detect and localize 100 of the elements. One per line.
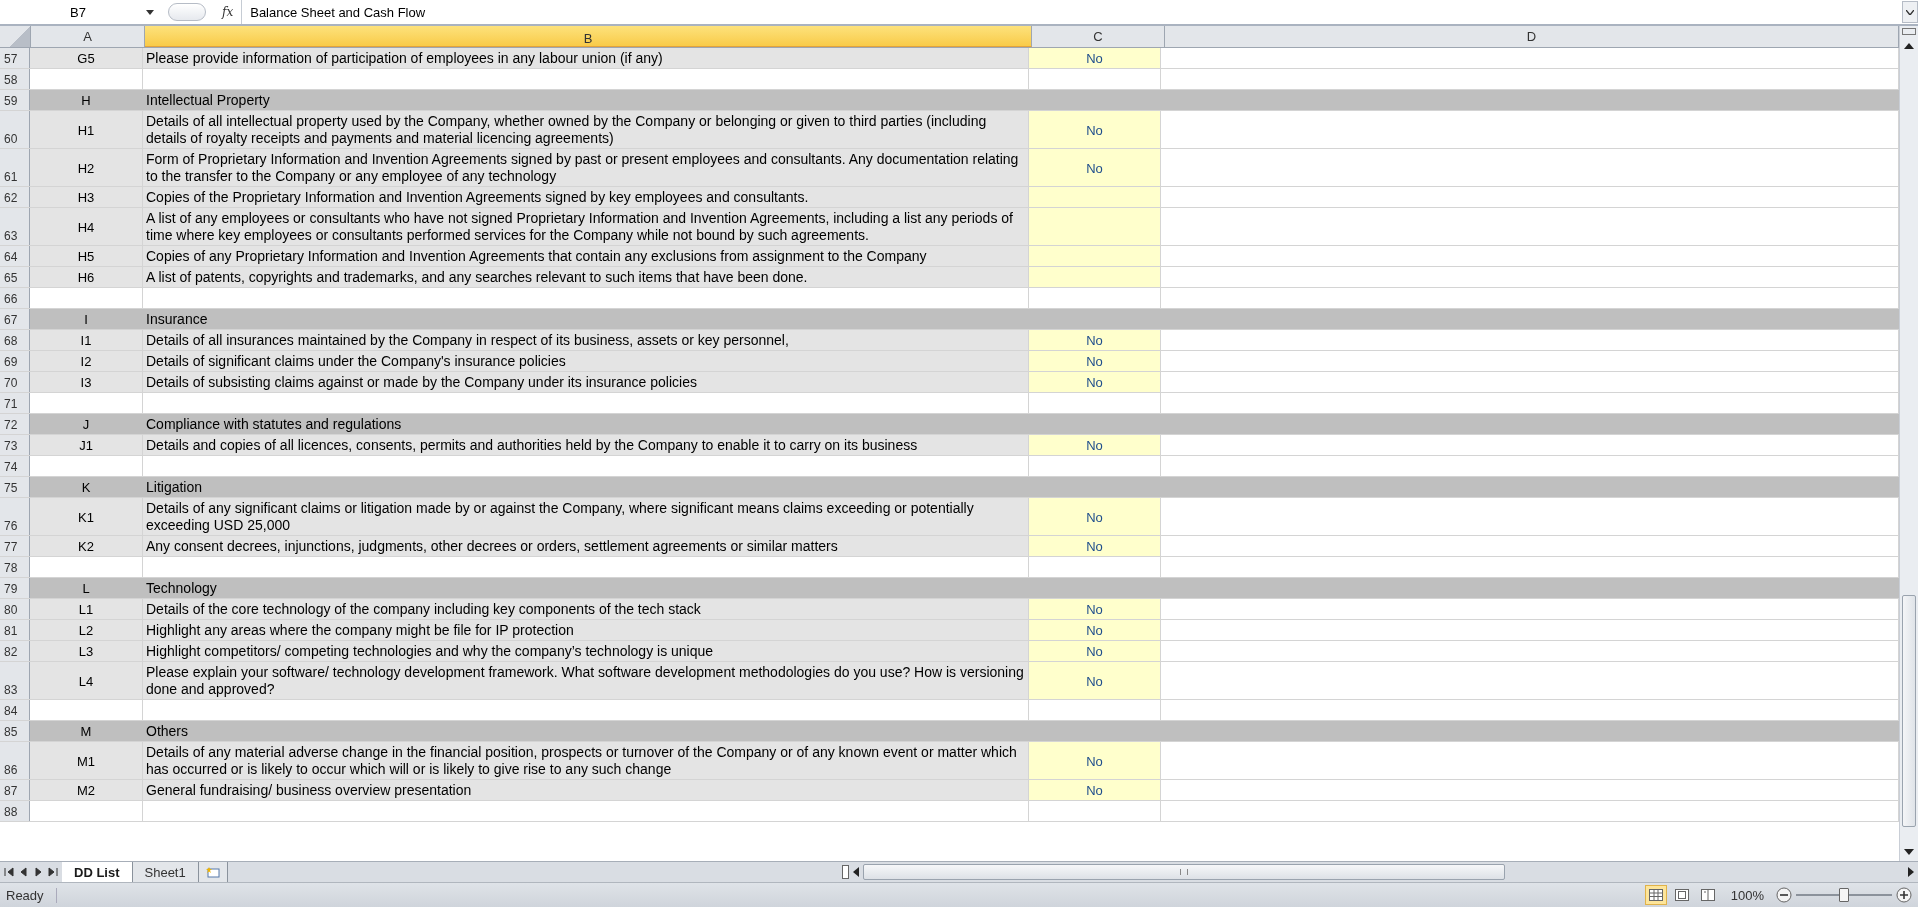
row-header[interactable]: 69 — [0, 351, 30, 371]
next-sheet-icon[interactable] — [33, 867, 44, 877]
row-header[interactable]: 60 — [0, 111, 30, 148]
last-sheet-icon[interactable] — [47, 867, 58, 877]
scroll-thumb[interactable] — [1902, 595, 1916, 827]
split-handle[interactable] — [1902, 28, 1916, 35]
resize-handle[interactable] — [168, 3, 206, 21]
table-cell: Insurance — [143, 309, 1029, 329]
row-header[interactable]: 85 — [0, 721, 30, 741]
table-cell: Litigation — [143, 477, 1029, 497]
row-header[interactable]: 66 — [0, 288, 30, 308]
table-cell: Details of any significant claims or litigation made by or against the Company, where significant means claims exceeding or potentially exceeding USD 25,000 — [143, 498, 1029, 535]
table-cell: M2 — [30, 780, 143, 800]
table-cell: Copies of the Proprietary Information and Invention Agreements signed by key employees and consultants. — [143, 187, 1029, 207]
row-header[interactable]: 83 — [0, 662, 30, 699]
table-cell: Details of all intellectual property used by the Company, whether owned by the Company or belonging or given to third parties (including details of royalty receipts and payments and material licencing agreements) — [143, 111, 1029, 148]
dropdown-icon[interactable] — [146, 9, 154, 15]
row-header[interactable]: 86 — [0, 742, 30, 779]
row-header[interactable]: 75 — [0, 477, 30, 497]
row-header[interactable]: 68 — [0, 330, 30, 350]
row-header[interactable]: 59 — [0, 90, 30, 110]
row-header[interactable]: 65 — [0, 267, 30, 287]
table-cell: No — [1029, 536, 1161, 556]
row-header[interactable]: 72 — [0, 414, 30, 434]
row-header[interactable]: 81 — [0, 620, 30, 640]
first-sheet-icon[interactable] — [4, 867, 15, 877]
table-cell: M — [30, 721, 143, 741]
row-header[interactable]: 76 — [0, 498, 30, 535]
column-header[interactable]: C — [1032, 26, 1165, 47]
row-header[interactable]: 57 — [0, 48, 30, 68]
row-header[interactable]: 63 — [0, 208, 30, 245]
row-header[interactable]: 58 — [0, 69, 30, 89]
table-cell: M1 — [30, 742, 143, 779]
normal-view-button[interactable] — [1644, 885, 1667, 905]
table-cell: No — [1029, 662, 1161, 699]
table-cell: I3 — [30, 372, 143, 392]
previous-sheet-icon[interactable] — [18, 867, 29, 877]
table-cell: G5 — [30, 48, 143, 68]
table-cell: A list of any employees or consultants who have not signed Proprietary Information and Invention Agreements, including a list any periods of time where key employees or consultants performed services for the Company while not bound by such agreements. — [143, 208, 1029, 245]
zoom-in-button[interactable] — [1896, 887, 1912, 903]
zoom-out-button[interactable] — [1776, 887, 1792, 903]
row-header[interactable]: 62 — [0, 187, 30, 207]
table-cell: Details of significant claims under the Company's insurance policies — [143, 351, 1029, 371]
row-header[interactable]: 64 — [0, 246, 30, 266]
row-header[interactable]: 78 — [0, 557, 30, 577]
table-cell: No — [1029, 372, 1161, 392]
table-cell: No — [1029, 641, 1161, 661]
table-cell: H2 — [30, 149, 143, 186]
table-cell: L1 — [30, 599, 143, 619]
table-cell: Highlight competitors/ competing technologies and why the company’s technology is unique — [143, 641, 1029, 661]
table-cell: J1 — [30, 435, 143, 455]
table-cell: Details of any material adverse change in the financial position, prospects or turnover of the Company or of any known event or matter which has occurred or is likely to occur which will or is likely to give rise to any such change — [143, 742, 1029, 779]
table-cell: No — [1029, 780, 1161, 800]
scroll-down-icon[interactable] — [1904, 849, 1914, 855]
row-header[interactable]: 79 — [0, 578, 30, 598]
row-header[interactable]: 71 — [0, 393, 30, 413]
row-header[interactable]: 87 — [0, 780, 30, 800]
table-cell: H4 — [30, 208, 143, 245]
zoom-level[interactable]: 100% — [1722, 887, 1772, 903]
table-cell: No — [1029, 498, 1161, 535]
row-header[interactable]: 73 — [0, 435, 30, 455]
table-cell: Intellectual Property — [143, 90, 1029, 110]
sheet-tab[interactable]: Sheet1 — [132, 862, 199, 882]
table-cell: L3 — [30, 641, 143, 661]
scroll-left-icon[interactable] — [852, 867, 859, 877]
table-cell: I — [30, 309, 143, 329]
row-header[interactable]: 84 — [0, 700, 30, 720]
row-header[interactable]: 67 — [0, 309, 30, 329]
column-header[interactable]: B — [145, 26, 1032, 47]
table-cell: Details and copies of all licences, consents, permits and authorities held by the Company to enable it to carry on its business — [143, 435, 1029, 455]
expand-button[interactable] — [1902, 1, 1918, 23]
vertical-scrollbar[interactable] — [1899, 26, 1918, 861]
table-cell: H1 — [30, 111, 143, 148]
scroll-right-icon[interactable] — [1908, 867, 1914, 877]
insert-sheet-button[interactable] — [198, 862, 228, 882]
table-cell: Details of subsisting claims against or made by the Company under its insurance policies — [143, 372, 1029, 392]
insert-function-button[interactable]: fx — [214, 5, 242, 19]
zoom-slider-thumb[interactable] — [1839, 888, 1849, 902]
row-header[interactable]: 88 — [0, 801, 30, 821]
table-cell: No — [1029, 111, 1161, 148]
tab-split-handle[interactable] — [841, 865, 849, 879]
table-cell: Any consent decrees, injunctions, judgments, other decrees or orders, settlement agreements or similar matters — [143, 536, 1029, 556]
row-header[interactable]: 77 — [0, 536, 30, 556]
sheet-tab[interactable]: DD List — [62, 862, 133, 882]
table-cell: L — [30, 578, 143, 598]
scroll-thumb[interactable] — [862, 864, 1505, 880]
row-header[interactable]: 61 — [0, 149, 30, 186]
table-cell: H — [30, 90, 143, 110]
row-header[interactable]: 80 — [0, 599, 30, 619]
table-cell: No — [1029, 620, 1161, 640]
row-header[interactable]: 70 — [0, 372, 30, 392]
scroll-up-icon[interactable] — [1904, 43, 1914, 49]
table-cell: Highlight any areas where the company might be file for IP protection — [143, 620, 1029, 640]
table-cell: Details of the core technology of the company including key components of the tech stack — [143, 599, 1029, 619]
row-header[interactable]: 74 — [0, 456, 30, 476]
table-cell: No — [1029, 742, 1161, 779]
table-cell: H6 — [30, 267, 143, 287]
row-header[interactable]: 82 — [0, 641, 30, 661]
chevron-down-icon[interactable] — [1906, 9, 1914, 15]
name-box[interactable]: B7 — [0, 1, 160, 23]
